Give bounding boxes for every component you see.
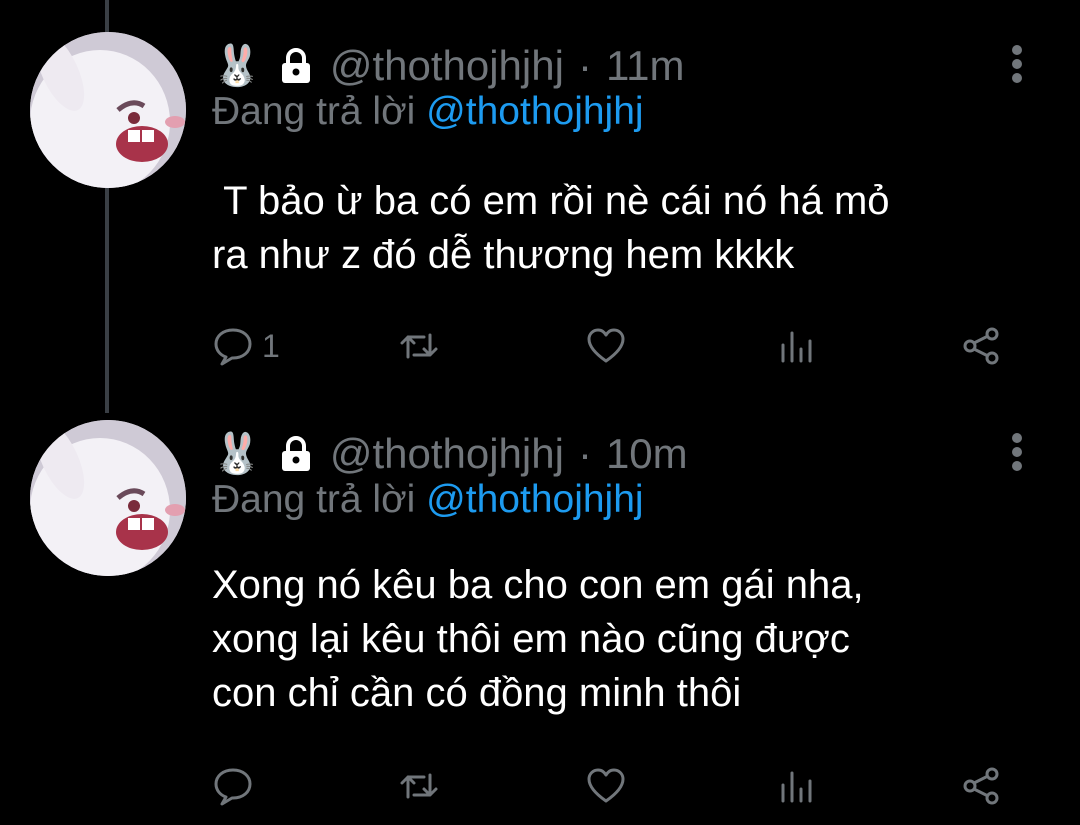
reply-button[interactable] [212,764,262,808]
rabbit-icon[interactable]: 🐰 [212,46,262,86]
avatar[interactable] [30,420,186,576]
replying-prefix: Đang trả lời [212,90,416,133]
tweet-header: 🐰 @thothojhjhj · 11m [212,42,685,90]
retweet-button[interactable] [398,324,440,368]
user-handle[interactable]: @thothojhjhj [330,42,564,90]
action-bar [212,764,1012,808]
avatar-image [30,32,186,188]
lock-icon [281,436,310,471]
tweet-header: 🐰 @thothojhjhj · 10m [212,430,688,478]
replying-to: Đang trả lời @thothojhjhj [212,90,644,134]
views-icon [781,331,812,363]
views-button[interactable] [776,764,818,808]
thread-line-top [105,0,109,32]
like-button[interactable] [585,764,627,808]
avatar-image [30,420,186,576]
rabbit-icon[interactable]: 🐰 [212,434,262,474]
separator-dot: · [577,430,592,477]
views-icon [781,771,812,803]
tweet[interactable]: 🐰 @thothojhjhj · 10m Đang trả lời @thoth… [0,420,1080,810]
more-icon[interactable] [1004,430,1030,478]
replying-mention[interactable]: @thothojhjhj [426,478,643,521]
reply-icon [214,328,252,366]
reply-button[interactable]: 1 [212,324,280,368]
timestamp[interactable]: 10m [606,430,688,478]
user-handle[interactable]: @thothojhjhj [330,430,564,478]
replying-to: Đang trả lời @thothojhjhj [212,478,644,522]
separator-dot: · [577,42,592,89]
avatar[interactable] [30,32,186,188]
reply-icon [214,768,252,806]
like-icon [587,328,625,363]
replying-mention[interactable]: @thothojhjhj [426,90,643,133]
share-button[interactable] [960,764,1002,808]
action-bar: 1 [212,324,1012,368]
retweet-icon [400,773,438,799]
retweet-button[interactable] [398,764,440,808]
retweet-icon [400,333,438,359]
views-button[interactable] [776,324,818,368]
share-icon [963,767,999,805]
reply-count: 1 [262,327,280,364]
timestamp[interactable]: 11m [606,42,685,90]
tweet-text: Xong nó kêu ba cho con em gái nha, xong … [212,563,864,715]
replying-prefix: Đang trả lời [212,478,416,521]
share-icon [963,327,999,365]
lock-icon [281,48,310,83]
more-icon[interactable] [1004,42,1030,90]
tweet[interactable]: 🐰 @thothojhjhj · 11m Đang trả lời @thoth… [0,32,1080,382]
like-icon [587,768,625,803]
tweet-text: T bảo ừ ba có em rồi nè cái nó há mỏ ra … [212,179,890,277]
share-button[interactable] [960,324,1002,368]
like-button[interactable] [585,324,627,368]
